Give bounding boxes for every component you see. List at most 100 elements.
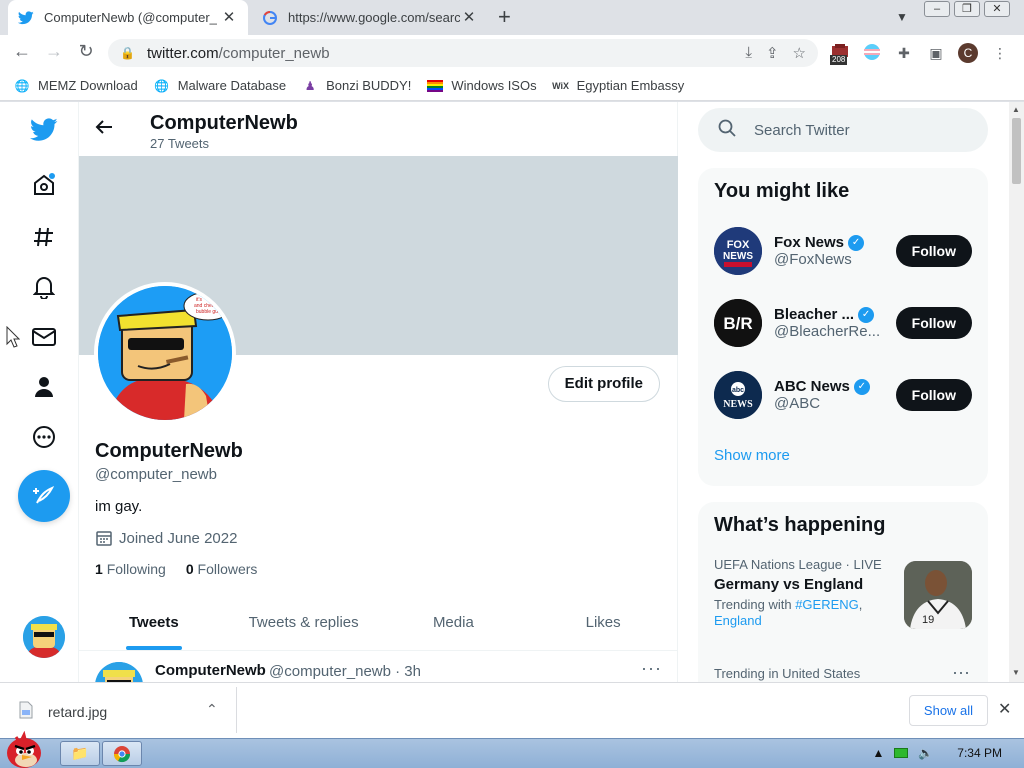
svg-text:NEWS: NEWS (723, 399, 753, 410)
follow-button[interactable]: Follow (895, 235, 972, 267)
puzzle-extensions-icon[interactable]: ✚ (894, 43, 914, 63)
scroll-thumb[interactable] (1012, 118, 1021, 184)
profile-avatar[interactable]: C (958, 43, 978, 63)
tweet-avatar[interactable] (95, 662, 143, 682)
profile-column: ComputerNewb 27 Tweets it's and chew bub… (79, 102, 678, 682)
window-close-button[interactable]: ✕ (984, 1, 1010, 17)
account-name: Fox News (774, 234, 845, 251)
show-more-link[interactable]: Show more (698, 431, 988, 480)
clock-time[interactable]: 7:34 PM (957, 746, 1002, 760)
tab-media[interactable]: Media (379, 598, 529, 650)
download-item[interactable]: retard.jpg (18, 701, 107, 722)
reload-icon[interactable]: ↻ (70, 41, 102, 62)
profile-person-icon[interactable] (29, 372, 59, 402)
wix-icon: WiX (552, 80, 570, 91)
tweet-author-name[interactable]: ComputerNewb (155, 662, 266, 679)
forward-arrow-icon[interactable]: → (38, 41, 70, 62)
menu-kebab-icon[interactable]: ⋮ (990, 43, 1010, 63)
trending-with-label: Trending with (714, 597, 792, 612)
tab-tweets[interactable]: Tweets (79, 598, 229, 650)
scroll-down-arrow-icon[interactable]: ▼ (1012, 668, 1020, 677)
show-all-downloads-button[interactable]: Show all (909, 695, 988, 726)
home-icon[interactable] (29, 170, 59, 200)
profile-picture[interactable]: it's and chew bubble gu (94, 282, 236, 424)
twitter-logo-icon[interactable] (29, 115, 59, 145)
hashtag-link[interactable]: #GERENG (795, 597, 859, 612)
account-avatar[interactable] (23, 616, 65, 658)
follow-button[interactable]: Follow (895, 379, 972, 411)
verified-badge-icon: ✓ (848, 234, 865, 251)
taskbar-explorer-button[interactable]: 📁 (60, 741, 100, 766)
minimize-button[interactable]: – (924, 1, 950, 17)
bookmark-egyptian-embassy[interactable]: WiX Egyptian Embassy (552, 78, 684, 94)
bookmark-memz[interactable]: 🌐 MEMZ Download (14, 78, 138, 94)
share-icon[interactable]: ⇪ (766, 44, 779, 62)
bookmark-star-icon[interactable]: ☆ (793, 44, 806, 62)
tab-likes[interactable]: Likes (528, 598, 678, 650)
explore-hashtag-icon[interactable] (29, 222, 59, 252)
bookmark-bonzi-buddy[interactable]: ♟ Bonzi BUDDY! (302, 78, 412, 94)
bookmark-windows-isos[interactable]: Windows ISOs (427, 78, 537, 94)
back-arrow-icon[interactable] (95, 118, 113, 141)
tab-search-chevron-icon[interactable]: ▼ (896, 10, 908, 24)
scroll-up-arrow-icon[interactable]: ▲ (1012, 105, 1020, 114)
url-host: twitter.com (146, 44, 219, 62)
bleacher-report-avatar[interactable]: B/R (714, 299, 762, 347)
messages-envelope-icon[interactable] (29, 322, 59, 352)
suggested-account[interactable]: abc NEWS ABC News ✓ @ABC Follow (698, 359, 988, 431)
tab-tweets-replies[interactable]: Tweets & replies (229, 598, 379, 650)
start-button-angry-bird-icon[interactable] (2, 730, 48, 768)
install-icon[interactable]: ⤓ (745, 44, 752, 62)
abc-news-avatar[interactable]: abc NEWS (714, 371, 762, 419)
trend-image[interactable]: 19 (904, 561, 972, 629)
you-might-like-card: You might like FOX NEWS Fox News ✓ @FoxNew… (698, 168, 988, 486)
edit-profile-button[interactable]: Edit profile (547, 366, 660, 402)
account-handle: @FoxNews (774, 251, 852, 268)
search-input[interactable]: Search Twitter (698, 108, 988, 152)
following-link[interactable]: 1 Following (95, 561, 166, 577)
trend-more-icon[interactable]: ··· (952, 662, 970, 682)
tray-expand-icon[interactable]: ▲ (872, 746, 884, 760)
account-name: ABC News (774, 378, 850, 395)
tweet-row[interactable]: ComputerNewb @computer_newb · 3h ··· (79, 652, 678, 682)
maximize-button[interactable]: ❐ (954, 1, 980, 17)
more-circle-icon[interactable] (29, 422, 59, 452)
trend-item[interactable]: UEFA Nations League · LIVE Germany vs En… (698, 549, 988, 637)
folder-icon: 📁 (71, 745, 89, 761)
close-tab-icon[interactable]: ✕ (220, 9, 238, 27)
tweet-more-icon[interactable]: ··· (641, 658, 662, 679)
account-handle: @ABC (774, 395, 821, 412)
header-profile-name: ComputerNewb (150, 112, 298, 134)
lock-icon[interactable]: 🔒 (120, 46, 135, 60)
tab-google[interactable]: https://www.google.com/search ✕ (252, 0, 488, 35)
download-shelf: retard.jpg ⌃ Show all ✕ (0, 682, 1024, 738)
bookmark-label: Bonzi BUDDY! (326, 78, 412, 93)
pride-flag-extension-icon[interactable] (862, 43, 882, 63)
whats-happening-card: What’s happening UEFA Nations League · L… (698, 502, 988, 682)
extension-counter-icon[interactable]: 208 (830, 43, 850, 65)
battery-icon[interactable] (894, 748, 909, 758)
follow-button[interactable]: Follow (895, 307, 972, 339)
tab-twitter[interactable]: ComputerNewb (@computer_ ✕ (8, 0, 248, 35)
followers-link[interactable]: 0 Followers (186, 561, 258, 577)
compose-tweet-button[interactable] (18, 470, 70, 522)
taskbar-chrome-button[interactable] (102, 741, 142, 766)
back-arrow-icon[interactable]: ← (6, 41, 38, 62)
new-tab-button[interactable]: + (498, 6, 511, 28)
page-scrollbar[interactable]: ▲ ▼ (1009, 102, 1024, 682)
fox-news-avatar[interactable]: FOX NEWS (714, 227, 762, 275)
bookmark-malware-database[interactable]: 🌐 Malware Database (154, 78, 286, 94)
suggested-account[interactable]: B/R Bleacher ... ✓ @BleacherRe... Follow (698, 287, 988, 359)
profile-handle: @computer_newb (95, 466, 217, 483)
notifications-bell-icon[interactable] (29, 272, 59, 302)
rainbow-flag-icon (427, 78, 444, 94)
side-panel-icon[interactable]: ▣ (926, 43, 946, 63)
volume-icon[interactable]: 🔈 (918, 746, 933, 760)
close-download-shelf-icon[interactable]: ✕ (998, 699, 1011, 719)
england-link[interactable]: England (714, 613, 762, 628)
close-tab-icon[interactable]: ✕ (460, 9, 478, 27)
suggested-account[interactable]: FOX NEWS Fox News ✓ @FoxNews Follow (698, 215, 988, 287)
address-bar[interactable]: 🔒 twitter.com/computer_newb ⤓ ⇪ ☆ (108, 39, 818, 67)
search-placeholder: Search Twitter (754, 121, 850, 139)
download-options-chevron-icon[interactable]: ⌃ (206, 701, 218, 718)
